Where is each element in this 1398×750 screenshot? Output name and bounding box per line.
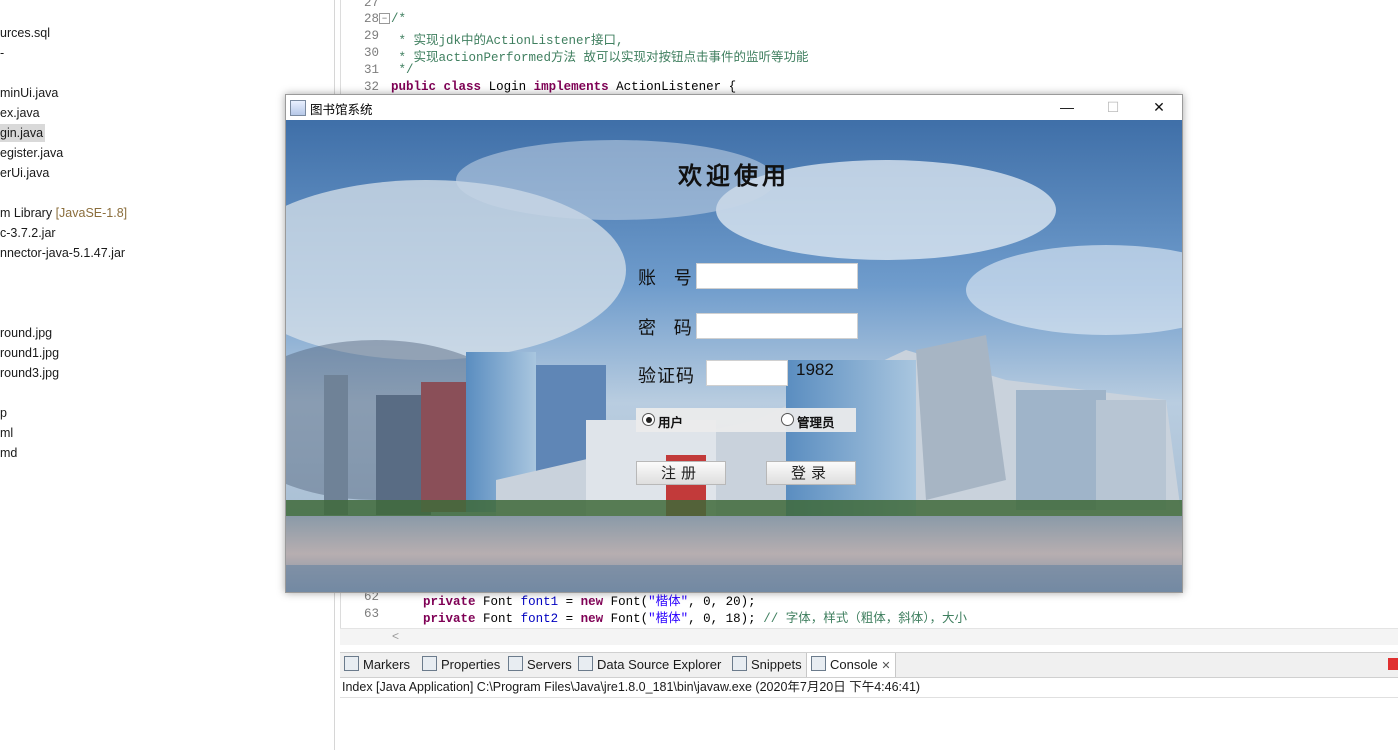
- tree-item[interactable]: round.jpg: [0, 324, 52, 342]
- code-line: * 实现actionPerformed方法 故可以实现对按钮点击事件的监听等功能: [391, 51, 809, 65]
- password-input[interactable]: [696, 313, 858, 339]
- tab-data-source-explorer[interactable]: Data Source Explorer: [578, 653, 721, 677]
- tab-servers[interactable]: Servers: [508, 653, 572, 677]
- keyword: public: [391, 80, 437, 94]
- tree-item[interactable]: erUi.java: [0, 164, 49, 182]
- properties-icon: [422, 656, 437, 671]
- tree-item[interactable]: minUi.java: [0, 84, 58, 102]
- fold-minus-icon[interactable]: −: [379, 13, 390, 24]
- tree-item[interactable]: round1.jpg: [0, 344, 59, 362]
- minimize-button[interactable]: —: [1044, 95, 1090, 120]
- tree-item[interactable]: ml: [0, 424, 13, 442]
- tree-item[interactable]: ex.java: [0, 104, 40, 122]
- tree-item[interactable]: p: [0, 404, 7, 422]
- code-line: */: [391, 63, 414, 77]
- line-comment: // 字体，样式（粗体，斜体），大小: [763, 612, 967, 626]
- interface-name: ActionListener {: [616, 80, 737, 94]
- tab-label: Snippets: [751, 657, 802, 672]
- tree-item-label: m Library: [0, 206, 53, 220]
- welcome-heading: 欢迎使用: [678, 161, 790, 190]
- keyword: implements: [533, 80, 609, 94]
- line-number: 63: [363, 607, 379, 621]
- line-number: 32: [363, 80, 379, 94]
- password-label: 密 码: [638, 318, 698, 339]
- role-selector: 用户 管理员: [636, 408, 856, 432]
- captcha-label: 验证码: [638, 366, 695, 387]
- captcha-code: 1982: [796, 360, 834, 379]
- scroll-left-icon[interactable]: <: [392, 629, 399, 643]
- constructor: Font(: [610, 612, 649, 626]
- field-name: font2: [520, 612, 559, 626]
- tree-item[interactable]: md: [0, 444, 17, 462]
- class-name: Login: [488, 80, 527, 94]
- tree-item-selected[interactable]: gin.java: [0, 124, 46, 142]
- line-number: 27: [363, 0, 379, 10]
- account-input[interactable]: [696, 263, 858, 289]
- tab-snippets[interactable]: Snippets: [732, 653, 802, 677]
- views-tab-bar: Markers Properties Servers Data Source E…: [340, 652, 1398, 678]
- operator: =: [558, 612, 581, 626]
- tab-properties[interactable]: Properties: [422, 653, 500, 677]
- console-icon: [811, 656, 826, 671]
- tab-label: Properties: [441, 657, 501, 672]
- tab-label: Console: [830, 657, 878, 672]
- editor-horizontal-scrollbar[interactable]: <: [340, 628, 1398, 645]
- line-number: 29: [363, 29, 379, 43]
- tab-label: Servers: [527, 657, 572, 672]
- tab-console[interactable]: Console ✕: [806, 653, 896, 677]
- maximize-button[interactable]: ☐: [1090, 95, 1136, 120]
- captcha-input[interactable]: [706, 360, 788, 386]
- tree-item[interactable]: egister.java: [0, 144, 63, 162]
- admin-radio-label[interactable]: 管理员: [797, 412, 835, 431]
- close-icon[interactable]: ✕: [881, 660, 890, 672]
- line-number: 31: [363, 63, 379, 77]
- line-number: 28: [363, 12, 379, 26]
- user-radio[interactable]: [642, 413, 655, 426]
- arguments: , 0, 18);: [688, 612, 756, 626]
- close-button[interactable]: ✕: [1136, 95, 1182, 120]
- tree-item[interactable]: urces.sql: [0, 24, 50, 42]
- background-image: 欢迎使用 账 号 密 码 验证码 1982 用户 管理员 注册 登录: [286, 120, 1182, 592]
- snippets-icon: [732, 656, 747, 671]
- type-name: Font: [483, 612, 514, 626]
- code-line-font2: private Font font2 = new Font("楷体", 0, 1…: [423, 607, 967, 626]
- tab-label: Markers: [363, 657, 410, 672]
- keyword: private: [423, 612, 476, 626]
- keyword: class: [443, 80, 482, 94]
- servers-icon: [508, 656, 523, 671]
- tree-item[interactable]: round3.jpg: [0, 364, 59, 382]
- tab-markers[interactable]: Markers: [344, 653, 410, 677]
- string-literal: "楷体": [648, 612, 689, 626]
- data-source-explorer-icon: [578, 656, 593, 671]
- tree-item-jre-library[interactable]: m Library [JavaSE-1.8]: [0, 204, 127, 222]
- console-status-text: Index [Java Application] C:\Program File…: [340, 677, 1398, 698]
- tree-item[interactable]: -: [0, 44, 4, 62]
- window-title: 图书馆系统: [310, 103, 373, 117]
- java-app-icon: [290, 100, 306, 116]
- keyword: new: [580, 612, 604, 626]
- jre-version-tag: [JavaSE-1.8]: [55, 206, 128, 220]
- markers-icon: [344, 656, 359, 671]
- code-line-class-decl: public class Login implements ActionList…: [391, 80, 736, 94]
- tree-item[interactable]: nnector-java-5.1.47.jar: [0, 244, 125, 262]
- account-label: 账 号: [638, 268, 698, 289]
- user-radio-label[interactable]: 用户: [658, 412, 683, 431]
- tab-label: Data Source Explorer: [597, 657, 722, 672]
- line-number: 30: [363, 46, 379, 60]
- code-line: /*: [391, 12, 407, 26]
- register-button[interactable]: 注册: [636, 461, 726, 485]
- window-titlebar[interactable]: 图书馆系统 — ☐ ✕: [286, 95, 1182, 120]
- tree-item[interactable]: c-3.7.2.jar: [0, 224, 56, 242]
- terminate-icon[interactable]: [1388, 658, 1398, 670]
- admin-radio[interactable]: [781, 413, 794, 426]
- library-login-window: 图书馆系统 — ☐ ✕ 欢迎使用 账 号 密 码 验证码 1982 用户 管理员…: [285, 94, 1183, 593]
- login-button[interactable]: 登录: [766, 461, 856, 485]
